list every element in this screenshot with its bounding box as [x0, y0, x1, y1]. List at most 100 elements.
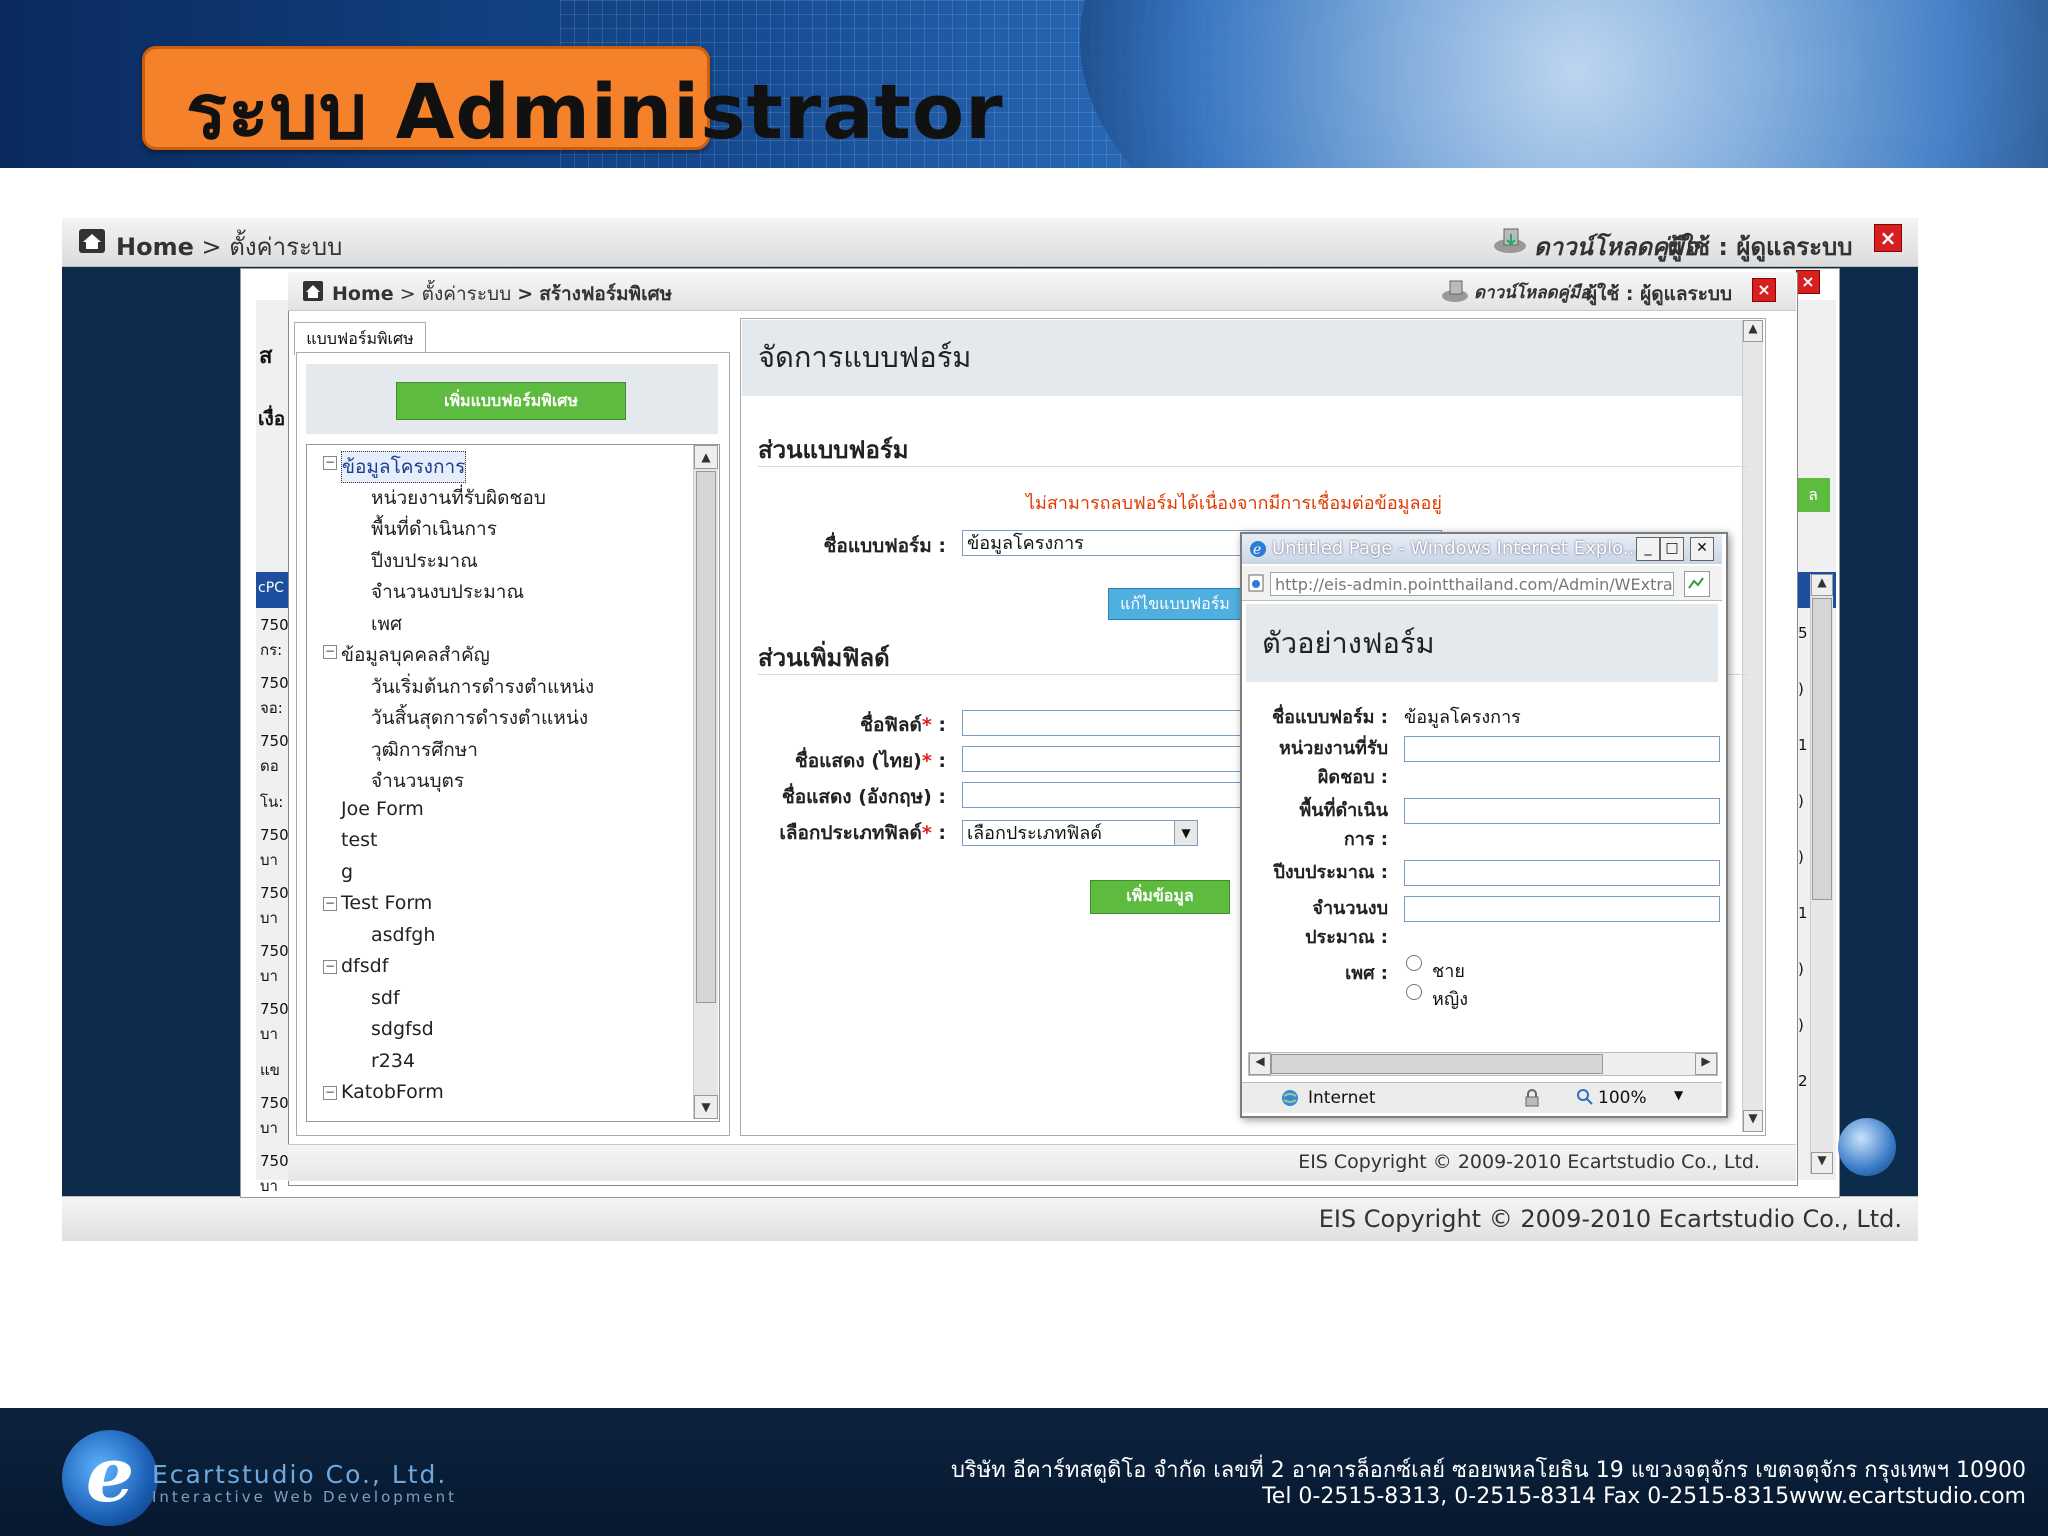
gender-label: เพศ : [1345, 963, 1388, 984]
chevron-down-icon[interactable]: ▼ [1674, 1088, 1683, 1102]
tree-node[interactable]: g [341, 861, 353, 883]
tab-special-form[interactable]: แบบฟอร์มพิเศษ [294, 322, 426, 355]
tree-node[interactable]: พื้นที่ดำเนินการ [371, 514, 497, 544]
chevron-down-icon[interactable]: ▼ [1174, 821, 1197, 845]
clipped-cell: บา [260, 851, 278, 869]
globe-button-icon[interactable] [1838, 1118, 1896, 1176]
clipped-cell: จอ: [260, 699, 283, 717]
popup-field-input[interactable] [1404, 860, 1720, 886]
form-scrollbar[interactable]: ▲ ▼ [1742, 320, 1763, 1132]
clipped-cell: 750 [260, 674, 289, 692]
popup-field-input[interactable] [1404, 736, 1720, 762]
scroll-thumb[interactable] [696, 471, 716, 1003]
add-data-button[interactable]: เพิ่มข้อมูล [1090, 880, 1230, 914]
expand-collapse-icon[interactable]: − [323, 960, 337, 974]
download-manual-link[interactable]: ดาวน์โหลดคู่มือ [1474, 279, 1590, 306]
home-icon[interactable] [302, 280, 324, 302]
tree-node[interactable]: วันสิ้นสุดการดำรงตำแหน่ง [371, 703, 588, 733]
popup-field-input[interactable] [1404, 798, 1720, 824]
tree-node[interactable]: วุฒิการศึกษา [371, 735, 478, 765]
download-manual-icon[interactable] [1492, 226, 1528, 256]
tree-node[interactable]: วันเริ่มต้นการดำรงตำแหน่ง [371, 672, 594, 702]
clipped-green-button[interactable]: ล [1796, 478, 1830, 512]
tree-node[interactable]: sdgfsd [371, 1018, 434, 1040]
tree-node[interactable]: ปีงบประมาณ [371, 546, 478, 576]
tree-node[interactable]: เพศ [371, 609, 402, 639]
edit-form-button[interactable]: แก้ไขแบบฟอร์ม [1108, 588, 1242, 620]
clipped-cell: 750 [260, 826, 289, 844]
breadcrumb-page[interactable]: ตั้งค่าระบบ [229, 233, 342, 261]
inner-copyright: EIS Copyright © 2009-2010 Ecartstudio Co… [1298, 1151, 1760, 1173]
scroll-up-icon[interactable]: ▲ [1811, 574, 1833, 596]
gender-option-male: ชาย [1432, 961, 1465, 982]
scroll-right-icon[interactable]: ▶ [1695, 1053, 1717, 1075]
display-th-input[interactable] [962, 746, 1242, 772]
minimize-icon[interactable]: _ [1636, 537, 1660, 561]
tree-node[interactable]: ข้อมูลบุคคลสำคัญ [341, 640, 490, 670]
tree-node[interactable]: ข้อมูลโครงการ [341, 451, 467, 483]
expand-collapse-icon[interactable]: − [323, 1086, 337, 1100]
close-icon[interactable]: × [1752, 278, 1776, 302]
zoom-icon[interactable] [1576, 1088, 1594, 1106]
tree-node[interactable]: Test Form [341, 892, 432, 914]
scroll-down-icon[interactable]: ▼ [694, 1095, 718, 1119]
scroll-thumb[interactable] [1271, 1054, 1603, 1074]
tree-node[interactable]: หน่วยงานที่รับผิดชอบ [371, 483, 546, 513]
tree-node[interactable]: asdfgh [371, 924, 435, 946]
slide-title: ระบบ Administrator [186, 67, 1004, 156]
tree-scrollbar[interactable]: ▲ ▼ [693, 445, 718, 1119]
breadcrumb-home[interactable]: Home [332, 283, 394, 305]
tree-node[interactable]: จำนวนงบประมาณ [371, 577, 524, 607]
user-label: ผู้ใช้ : ผู้ดูแลระบบ [1586, 283, 1733, 305]
popup-h-scrollbar[interactable]: ◀ ▶ [1248, 1052, 1718, 1076]
popup-titlebar[interactable]: e Untitled Page - Windows Internet Explo… [1242, 534, 1722, 564]
scroll-down-icon[interactable]: ▼ [1811, 1152, 1833, 1174]
inner-footer: EIS Copyright © 2009-2010 Ecartstudio Co… [288, 1144, 1796, 1181]
expand-collapse-icon[interactable]: − [323, 897, 337, 911]
close-icon[interactable]: × [1874, 224, 1902, 252]
required-mark: * [921, 714, 932, 736]
expand-collapse-icon[interactable]: − [323, 645, 337, 659]
display-en-input[interactable] [962, 782, 1242, 808]
popup-field-input[interactable] [1404, 896, 1720, 922]
add-special-form-button[interactable]: เพิ่มแบบฟอร์มพิเศษ [396, 382, 626, 420]
breadcrumb-settings[interactable]: ตั้งค่าระบบ [422, 283, 512, 305]
breadcrumb-sep: > [517, 283, 534, 305]
tree-node[interactable]: sdf [371, 987, 400, 1009]
compatibility-icon[interactable] [1684, 571, 1710, 597]
clipped-cell: บา [260, 967, 278, 985]
gender-radio-male[interactable] [1406, 955, 1422, 971]
close-icon[interactable]: ✕ [1690, 537, 1714, 561]
clipped-cell: 750 [260, 732, 289, 750]
maximize-icon[interactable]: □ [1660, 537, 1684, 561]
globe-decoration [1080, 0, 2048, 168]
tree-node[interactable]: test [341, 829, 378, 851]
breadcrumb-home[interactable]: Home [116, 233, 194, 261]
popup-url-field[interactable]: http://eis-admin.pointthailand.com/Admin… [1270, 572, 1674, 596]
tree-node[interactable]: จำนวนบุตร [371, 766, 464, 796]
protected-mode-icon[interactable] [1522, 1088, 1542, 1108]
tree-node[interactable]: r234 [371, 1050, 415, 1072]
gender-radio-female[interactable] [1406, 984, 1422, 1000]
tree-node[interactable]: dfsdf [341, 955, 388, 977]
field-name-input[interactable] [962, 710, 1242, 736]
scroll-up-icon[interactable]: ▲ [1743, 320, 1763, 342]
field-type-select[interactable]: เลือกประเภทฟิลด์ ▼ [962, 820, 1198, 846]
breadcrumb-sep: > [201, 233, 222, 261]
svg-text:e: e [1253, 542, 1261, 558]
scroll-down-icon[interactable]: ▼ [1743, 1110, 1763, 1132]
download-manual-icon[interactable] [1440, 278, 1470, 304]
scroll-up-icon[interactable]: ▲ [694, 445, 718, 469]
tree-node[interactable]: Joe Form [341, 798, 424, 820]
expand-collapse-icon[interactable]: − [323, 456, 337, 470]
scroll-thumb[interactable] [1812, 598, 1832, 900]
home-icon[interactable] [78, 228, 106, 254]
middle-scrollbar[interactable]: ▲ ▼ [1810, 574, 1833, 1174]
scroll-left-icon[interactable]: ◀ [1249, 1053, 1271, 1075]
clipped-table-header: cPC [256, 572, 292, 608]
breadcrumb-sep: > [399, 283, 416, 305]
zoom-level[interactable]: 100% [1598, 1088, 1647, 1108]
tree-node[interactable]: KatobForm [341, 1081, 444, 1103]
middle-close-icon[interactable]: × [1796, 270, 1820, 294]
middle-right-strip: ล ▲ ▼ 5) 1)) 1)) 2 [1796, 300, 1836, 1180]
